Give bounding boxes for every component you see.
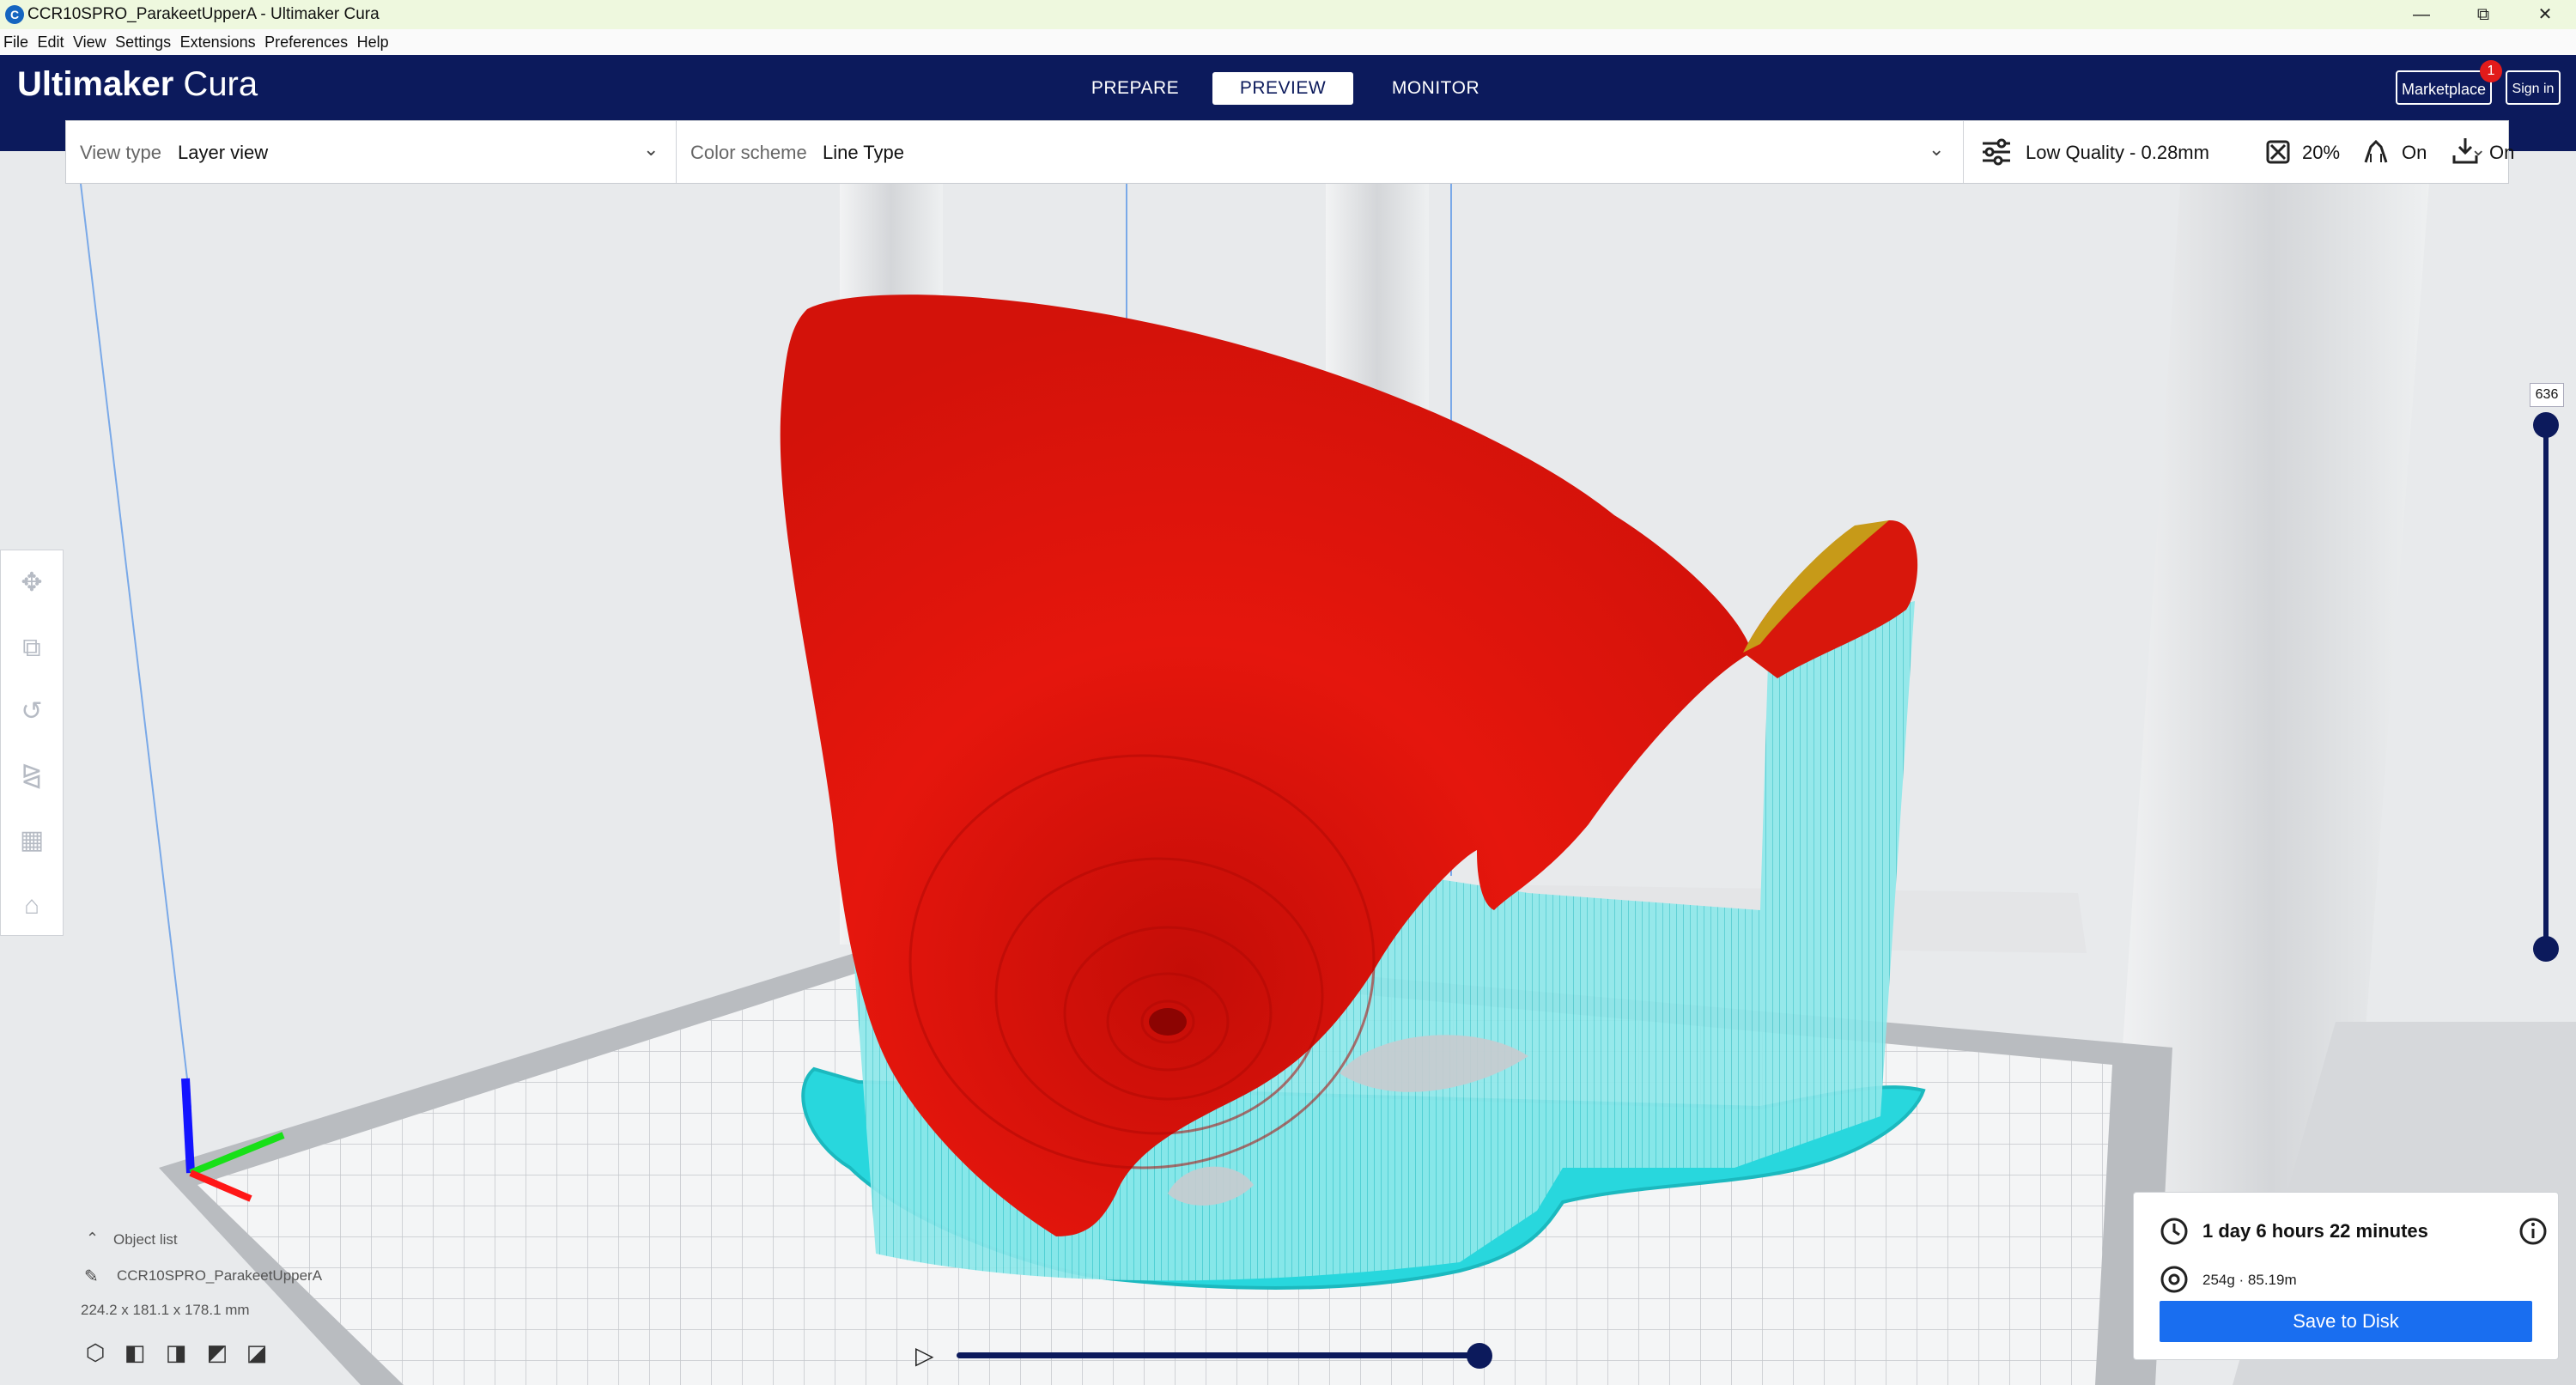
menu-edit[interactable]: Edit	[35, 29, 65, 52]
color-scheme-value: Line Type	[823, 142, 905, 163]
layer-number[interactable]: 636	[2530, 383, 2564, 407]
axis-z	[181, 1078, 195, 1174]
object-list-header[interactable]: Object list	[113, 1231, 178, 1248]
print-settings-summary[interactable]: Low Quality - 0.28mm 20% On On	[1964, 121, 2514, 183]
brand-logo: Ultimaker Cura	[17, 65, 258, 103]
marketplace-notification-badge: 1	[2480, 60, 2502, 82]
chevron-down-icon: ⌄	[643, 138, 659, 160]
marketplace-button[interactable]: Marketplace	[2396, 70, 2492, 105]
support-blocker-icon[interactable]: ⌂	[16, 890, 47, 921]
color-scheme-dropdown[interactable]: Color scheme Line Type ⌄	[677, 121, 1963, 183]
view-toolbar: View type Layer view ⌄ Color scheme Line…	[65, 120, 2514, 184]
print-time: 1 day 6 hours 22 minutes	[2202, 1220, 2428, 1242]
restore-button[interactable]: ⧉	[2452, 0, 2514, 29]
menu-preferences[interactable]: Preferences	[263, 29, 349, 52]
menu-file[interactable]: File	[2, 29, 30, 52]
window-title: CCR10SPRO_ParakeetUpperA - Ultimaker Cur…	[27, 5, 380, 23]
chevron-down-icon[interactable]: ⌄	[2470, 138, 2486, 161]
tool-panel: ✥ ⧉ ↺ ⧎ ▦ ⌂	[0, 550, 64, 936]
menu-help[interactable]: Help	[355, 29, 391, 52]
front-view-icon[interactable]: ◧	[122, 1339, 148, 1365]
close-button[interactable]: ✕	[2514, 0, 2576, 29]
minimize-button[interactable]: —	[2391, 0, 2452, 29]
right-view-icon[interactable]: ◪	[244, 1339, 270, 1365]
chevron-up-icon[interactable]: ⌃	[86, 1230, 99, 1248]
play-icon[interactable]: ▷	[915, 1341, 934, 1370]
3d-view-icon[interactable]: ⬡	[82, 1339, 108, 1365]
menu-extensions[interactable]: Extensions	[179, 29, 258, 52]
move-icon[interactable]: ✥	[16, 568, 47, 598]
rotate-icon[interactable]: ↺	[16, 696, 47, 727]
object-dimensions: 224.2 x 181.1 x 178.1 mm	[81, 1302, 250, 1318]
title-bar: C CCR10SPRO_ParakeetUpperA - Ultimaker C…	[0, 0, 2576, 29]
support-icon	[2364, 139, 2388, 163]
info-icon[interactable]	[2518, 1217, 2548, 1246]
left-view-icon[interactable]: ◩	[204, 1339, 230, 1365]
per-model-settings-icon[interactable]: ▦	[16, 825, 47, 856]
menu-bar: File Edit View Settings Extensions Prefe…	[0, 29, 2576, 55]
object-name[interactable]: CCR10SPRO_ParakeetUpperA	[117, 1267, 322, 1285]
cura-app-icon: C	[5, 5, 24, 24]
layer-slider-bottom-handle[interactable]	[2533, 936, 2559, 962]
settings-sliders-icon	[1983, 138, 2010, 166]
support-value: On	[2402, 142, 2427, 163]
view-type-value: Layer view	[178, 142, 269, 163]
path-slider-handle[interactable]	[1467, 1343, 1492, 1369]
tab-prepare[interactable]: PREPARE	[1089, 72, 1182, 105]
menu-view[interactable]: View	[71, 29, 108, 52]
adhesion-value: On	[2489, 142, 2515, 163]
save-to-disk-button[interactable]: Save to Disk	[2160, 1301, 2532, 1342]
view-type-label: View type	[80, 142, 161, 163]
path-slider[interactable]	[957, 1352, 1482, 1358]
quality-profile: Low Quality - 0.28mm	[2026, 142, 2209, 163]
pencil-icon: ✎	[84, 1267, 99, 1286]
menu-settings[interactable]: Settings	[113, 29, 173, 52]
layer-slider-top-handle[interactable]	[2533, 412, 2559, 438]
clock-icon	[2160, 1218, 2188, 1245]
sign-in-button[interactable]: Sign in	[2506, 70, 2561, 105]
chevron-down-icon: ⌄	[1929, 138, 1945, 160]
print-information-panel: 1 day 6 hours 22 minutes 254g · 85.19m S…	[2133, 1192, 2559, 1360]
layer-slider[interactable]	[2543, 424, 2549, 948]
view-type-dropdown[interactable]: View type Layer view ⌄	[66, 121, 676, 183]
top-view-icon[interactable]: ◨	[163, 1339, 189, 1365]
spool-icon	[2160, 1266, 2188, 1293]
color-scheme-label: Color scheme	[690, 142, 807, 163]
tab-preview[interactable]: PREVIEW	[1212, 72, 1353, 105]
scale-icon[interactable]: ⧉	[16, 633, 47, 664]
tab-monitor[interactable]: MONITOR	[1384, 72, 1487, 105]
infill-icon	[2266, 140, 2290, 164]
infill-value: 20%	[2302, 142, 2341, 163]
mirror-icon[interactable]: ⧎	[16, 760, 47, 791]
material-usage: 254g · 85.19m	[2202, 1272, 2297, 1288]
